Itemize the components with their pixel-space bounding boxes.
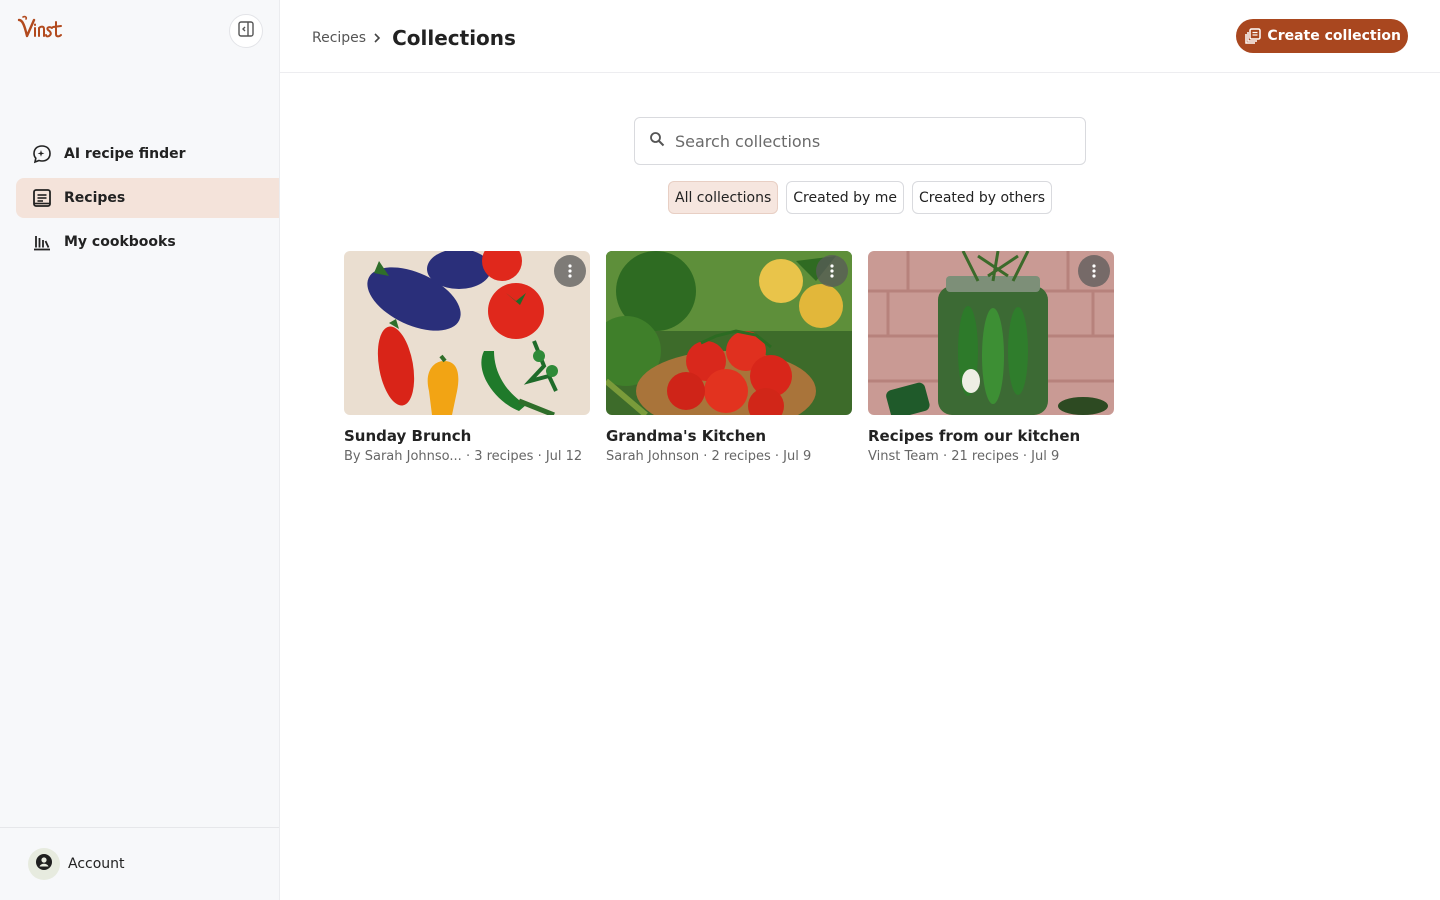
sidebar-item-label: Recipes <box>64 190 126 206</box>
page-header: Recipes Collections Create collection <box>280 0 1440 73</box>
collection-card[interactable]: Recipes from our kitchen Vinst Team · 21… <box>868 251 1114 464</box>
bookshelf-icon <box>32 232 52 252</box>
ai-chat-icon <box>32 144 52 164</box>
card-menu-button[interactable] <box>816 255 848 287</box>
collection-meta: Vinst Team · 21 recipes · Jul 9 <box>868 449 1060 464</box>
card-menu-button[interactable] <box>554 255 586 287</box>
avatar <box>28 848 60 880</box>
collection-thumbnail <box>606 251 852 415</box>
collapse-sidebar-button[interactable] <box>229 14 263 48</box>
collection-title: Grandma's Kitchen <box>606 427 767 445</box>
sidebar-item-my-cookbooks[interactable]: My cookbooks <box>16 222 279 262</box>
collection-filters: All collections Created by me Created by… <box>668 181 1060 214</box>
recipe-book-icon <box>32 188 52 208</box>
collection-title: Recipes from our kitchen <box>868 427 1081 445</box>
account-label: Account <box>68 856 125 872</box>
chevron-right-icon <box>372 32 382 44</box>
create-collection-button[interactable]: Create collection <box>1236 19 1408 53</box>
vinst-logo[interactable] <box>16 14 64 46</box>
page-title: Collections <box>392 26 516 50</box>
sidebar-item-label: My cookbooks <box>64 234 176 250</box>
search-input[interactable] <box>675 131 1055 151</box>
more-vertical-icon <box>1092 264 1096 278</box>
collection-meta: Sarah Johnson · 2 recipes · Jul 9 <box>606 449 812 464</box>
collection-meta: By Sarah Johnso... · 3 recipes · Jul 12 <box>344 449 583 464</box>
search-icon <box>649 131 665 151</box>
collections-grid: Sunday Brunch By Sarah Johnso... · 3 rec… <box>344 251 1130 464</box>
breadcrumb: Recipes Collections <box>312 26 516 50</box>
filter-created-by-me[interactable]: Created by me <box>786 181 905 214</box>
user-icon <box>35 853 53 875</box>
filter-created-by-others[interactable]: Created by others <box>912 181 1053 214</box>
sidebar-item-ai-recipe-finder[interactable]: AI recipe finder <box>16 134 279 174</box>
card-menu-button[interactable] <box>1078 255 1110 287</box>
more-vertical-icon <box>830 264 834 278</box>
search-box[interactable] <box>634 117 1086 165</box>
collection-stack-icon <box>1244 27 1262 45</box>
create-collection-label: Create collection <box>1267 28 1401 44</box>
breadcrumb-recipes-link[interactable]: Recipes <box>312 30 366 46</box>
collection-title: Sunday Brunch <box>344 427 472 445</box>
sidebar-item-recipes[interactable]: Recipes <box>16 178 279 218</box>
account-button[interactable]: Account <box>0 827 279 900</box>
more-vertical-icon <box>568 264 572 278</box>
collection-thumbnail <box>868 251 1114 415</box>
sidebar: AI recipe finder Recipes My cookbooks Ac… <box>0 0 280 900</box>
collection-thumbnail <box>344 251 590 415</box>
sidebar-item-label: AI recipe finder <box>64 146 186 162</box>
collection-card[interactable]: Sunday Brunch By Sarah Johnso... · 3 rec… <box>344 251 590 464</box>
collection-card[interactable]: Grandma's Kitchen Sarah Johnson · 2 reci… <box>606 251 852 464</box>
filter-all-collections[interactable]: All collections <box>668 181 779 214</box>
sidebar-nav: AI recipe finder Recipes My cookbooks <box>16 134 279 266</box>
sidebar-toggle-icon <box>238 21 254 41</box>
